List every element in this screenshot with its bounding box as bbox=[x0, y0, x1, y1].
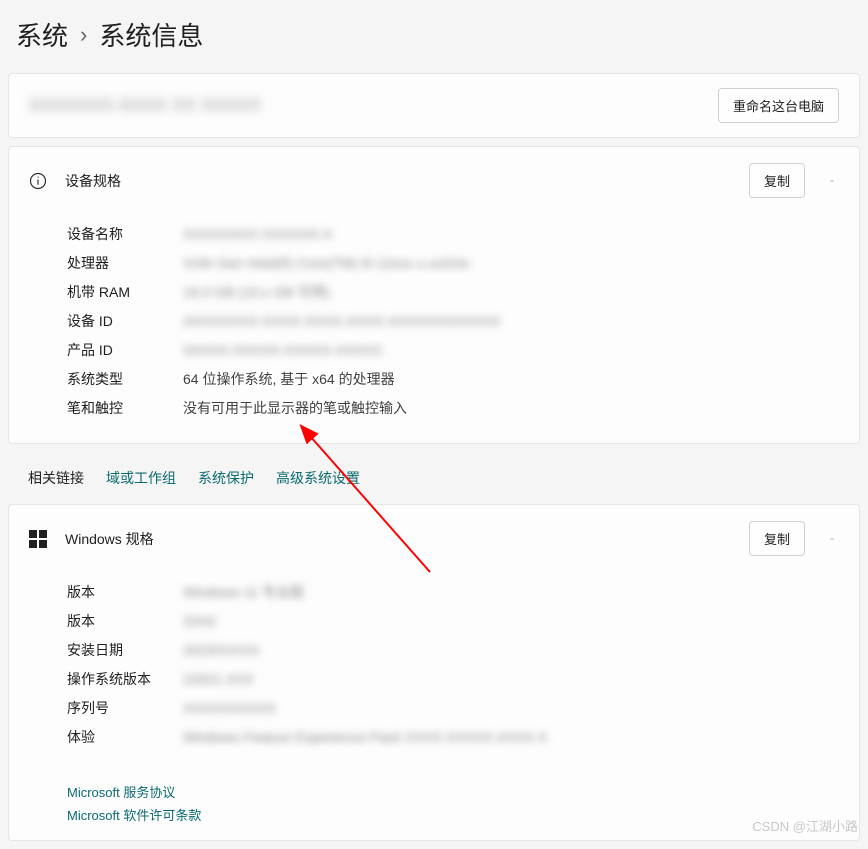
windows-specs-header[interactable]: Windows 规格 复制 bbox=[9, 505, 859, 572]
link-domain-workgroup[interactable]: 域或工作组 bbox=[106, 468, 176, 488]
spec-value: XXXXXXXX-XXXXXX-X bbox=[183, 224, 332, 245]
spec-value: AXXXXXXX-XXXX-XXXX-XXXX-XXXXXXXXXXXX bbox=[183, 311, 500, 332]
spec-label: 机带 RAM bbox=[67, 282, 183, 303]
spec-label: 产品 ID bbox=[67, 340, 183, 361]
spec-row: 版本22H2 bbox=[67, 607, 839, 636]
spec-row: 体验Windows Feature Experience Pack XXXX.X… bbox=[67, 723, 839, 752]
spec-value: XXXXXXXXXX bbox=[183, 698, 276, 719]
spec-label: 安装日期 bbox=[67, 640, 183, 661]
spec-label: 设备 ID bbox=[67, 311, 183, 332]
windows-icon bbox=[29, 530, 47, 548]
spec-label: 版本 bbox=[67, 611, 183, 632]
windows-service-links: Microsoft 服务协议 Microsoft 软件许可条款 bbox=[9, 772, 859, 840]
windows-specs-card: Windows 规格 复制 版本Windows 11 专业版版本22H2安装日期… bbox=[8, 504, 860, 841]
chevron-up-icon[interactable] bbox=[825, 528, 839, 550]
spec-label: 处理器 bbox=[67, 253, 183, 274]
spec-row: 产品 ID0XXXX-XXXXX-XXXXX-XXXXX bbox=[67, 336, 839, 365]
spec-label: 体验 bbox=[67, 727, 183, 748]
breadcrumb: 系统 › 系统信息 bbox=[8, 0, 860, 73]
spec-value: 64 位操作系统, 基于 x64 的处理器 bbox=[183, 369, 395, 390]
spec-label: 笔和触控 bbox=[67, 398, 183, 419]
link-ms-service-agreement[interactable]: Microsoft 服务协议 bbox=[67, 785, 175, 800]
spec-row: 笔和触控没有可用于此显示器的笔或触控输入 bbox=[67, 394, 839, 423]
spec-value: Windows 11 专业版 bbox=[183, 582, 304, 603]
related-links-label: 相关链接 bbox=[28, 468, 84, 488]
spec-value: 0XXXX-XXXXX-XXXXX-XXXXX bbox=[183, 340, 382, 361]
device-specs-header[interactable]: 设备规格 复制 bbox=[9, 147, 859, 214]
rename-pc-button[interactable]: 重命名这台电脑 bbox=[718, 88, 839, 123]
breadcrumb-parent[interactable]: 系统 bbox=[16, 16, 68, 53]
device-name-display: XXXXXXX-XXXX XX XXXXX bbox=[29, 93, 261, 118]
copy-windows-specs-button[interactable]: 复制 bbox=[749, 521, 805, 556]
device-header-card: XXXXXXX-XXXX XX XXXXX 重命名这台电脑 bbox=[8, 73, 860, 138]
link-system-protection[interactable]: 系统保护 bbox=[198, 468, 254, 488]
spec-row: 操作系统版本22621.XXX bbox=[67, 665, 839, 694]
spec-value: 16.0 GB (15.x GB 可用) bbox=[183, 282, 330, 303]
chevron-right-icon: › bbox=[80, 22, 87, 48]
link-ms-license-terms[interactable]: Microsoft 软件许可条款 bbox=[67, 808, 201, 823]
spec-label: 序列号 bbox=[67, 698, 183, 719]
spec-label: 设备名称 bbox=[67, 224, 183, 245]
spec-value: 22H2 bbox=[183, 611, 216, 632]
spec-row: 序列号XXXXXXXXXX bbox=[67, 694, 839, 723]
link-advanced-system-settings[interactable]: 高级系统设置 bbox=[276, 468, 360, 488]
copy-device-specs-button[interactable]: 复制 bbox=[749, 163, 805, 198]
spec-value: XXth Gen Intel(R) Core(TM) i5-12xxx x.xx… bbox=[183, 253, 470, 274]
spec-label: 系统类型 bbox=[67, 369, 183, 390]
spec-value: 没有可用于此显示器的笔或触控输入 bbox=[183, 398, 407, 419]
related-links-section: 相关链接 域或工作组 系统保护 高级系统设置 bbox=[8, 452, 860, 504]
spec-label: 操作系统版本 bbox=[67, 669, 183, 690]
spec-row: 版本Windows 11 专业版 bbox=[67, 578, 839, 607]
spec-row: 设备名称XXXXXXXX-XXXXXX-X bbox=[67, 220, 839, 249]
info-icon bbox=[29, 172, 47, 190]
spec-row: 设备 IDAXXXXXXX-XXXX-XXXX-XXXX-XXXXXXXXXXX… bbox=[67, 307, 839, 336]
windows-specs-table: 版本Windows 11 专业版版本22H2安装日期2023/XX/XX操作系统… bbox=[9, 572, 859, 772]
device-specs-title: 设备规格 bbox=[65, 171, 731, 191]
spec-value: 22621.XXX bbox=[183, 669, 254, 690]
windows-specs-title: Windows 规格 bbox=[65, 529, 731, 549]
breadcrumb-current: 系统信息 bbox=[99, 16, 203, 53]
spec-value: Windows Feature Experience Pack XXXX.XXX… bbox=[183, 727, 547, 748]
device-specs-table: 设备名称XXXXXXXX-XXXXXX-X处理器XXth Gen Intel(R… bbox=[9, 214, 859, 443]
spec-label: 版本 bbox=[67, 582, 183, 603]
spec-row: 处理器XXth Gen Intel(R) Core(TM) i5-12xxx x… bbox=[67, 249, 839, 278]
spec-value: 2023/XX/XX bbox=[183, 640, 259, 661]
device-specs-card: 设备规格 复制 设备名称XXXXXXXX-XXXXXX-X处理器XXth Gen… bbox=[8, 146, 860, 444]
chevron-up-icon[interactable] bbox=[825, 170, 839, 192]
spec-row: 系统类型64 位操作系统, 基于 x64 的处理器 bbox=[67, 365, 839, 394]
spec-row: 安装日期2023/XX/XX bbox=[67, 636, 839, 665]
spec-row: 机带 RAM16.0 GB (15.x GB 可用) bbox=[67, 278, 839, 307]
